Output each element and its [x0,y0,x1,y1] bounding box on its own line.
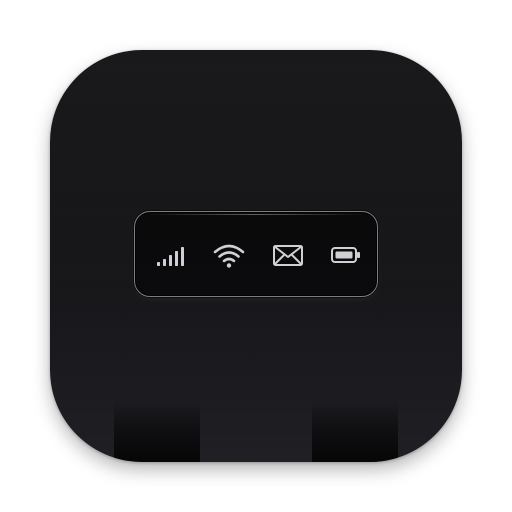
envelope-icon [271,240,305,270]
signal-strength-icon [153,240,191,270]
app-icon[interactable] [50,50,462,462]
icon-canvas [0,0,512,512]
battery-icon [329,240,363,270]
wifi-icon [211,240,247,270]
status-display-panel [134,211,378,297]
device-foot-left [114,400,200,462]
device-foot-right [312,400,398,462]
